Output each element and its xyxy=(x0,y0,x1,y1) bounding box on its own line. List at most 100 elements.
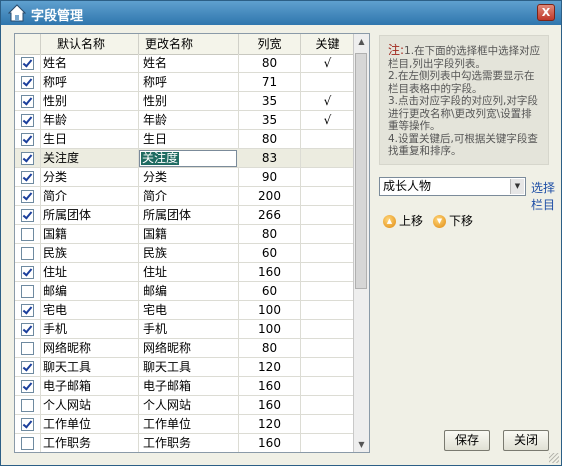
changed-name-cell[interactable]: 性别 xyxy=(139,92,239,110)
changed-name-cell[interactable]: 称呼 xyxy=(139,73,239,91)
column-width-cell[interactable]: 160 xyxy=(239,434,301,452)
table-row[interactable]: 关注度 关注度 83 xyxy=(15,149,355,168)
key-field-cell[interactable] xyxy=(301,415,355,433)
show-field-checkbox[interactable] xyxy=(21,285,34,298)
table-row[interactable]: 所属团体 所属团体 266 xyxy=(15,206,355,225)
show-field-checkbox[interactable] xyxy=(21,76,34,89)
changed-name-cell[interactable]: 所属团体 xyxy=(139,206,239,224)
changed-name-cell[interactable]: 生日 xyxy=(139,130,239,148)
show-field-checkbox[interactable] xyxy=(21,95,34,108)
show-field-checkbox[interactable] xyxy=(21,228,34,241)
vertical-scrollbar[interactable]: ▲ ▼ xyxy=(353,34,369,452)
column-width-cell[interactable]: 266 xyxy=(239,206,301,224)
column-width-cell[interactable]: 80 xyxy=(239,130,301,148)
table-row[interactable]: 工作单位 工作单位 120 xyxy=(15,415,355,434)
column-width-cell[interactable]: 160 xyxy=(239,263,301,281)
changed-name-cell[interactable]: 邮编 xyxy=(139,282,239,300)
column-width-cell[interactable]: 35 xyxy=(239,92,301,110)
select-column-link[interactable]: 选择栏目 xyxy=(531,179,561,213)
header-width[interactable]: 列宽 xyxy=(239,34,301,54)
close-window-button[interactable]: X xyxy=(537,4,555,21)
key-field-cell[interactable] xyxy=(301,244,355,262)
table-row[interactable]: 工作职务 工作职务 160 xyxy=(15,434,355,452)
changed-name-cell[interactable]: 电子邮箱 xyxy=(139,377,239,395)
column-width-cell[interactable]: 120 xyxy=(239,358,301,376)
show-field-checkbox[interactable] xyxy=(21,304,34,317)
column-width-cell[interactable]: 80 xyxy=(239,54,301,72)
changed-name-cell[interactable]: 宅电 xyxy=(139,301,239,319)
move-down-button[interactable]: ▼ 下移 xyxy=(433,213,473,229)
show-field-checkbox[interactable] xyxy=(21,114,34,127)
show-field-checkbox[interactable] xyxy=(21,361,34,374)
header-changed-name[interactable]: 更改名称 xyxy=(139,34,239,54)
column-width-cell[interactable]: 100 xyxy=(239,320,301,338)
column-width-cell[interactable]: 83 xyxy=(239,149,301,167)
key-field-cell[interactable] xyxy=(301,301,355,319)
changed-name-cell[interactable]: 简介 xyxy=(139,187,239,205)
column-width-cell[interactable]: 200 xyxy=(239,187,301,205)
changed-name-cell[interactable]: 分类 xyxy=(139,168,239,186)
column-width-cell[interactable]: 160 xyxy=(239,377,301,395)
key-field-cell[interactable] xyxy=(301,206,355,224)
show-field-checkbox[interactable] xyxy=(21,152,34,165)
show-field-checkbox[interactable] xyxy=(21,133,34,146)
changed-name-cell[interactable]: 姓名 xyxy=(139,54,239,72)
scroll-down-icon[interactable]: ▼ xyxy=(354,437,369,452)
key-field-cell[interactable] xyxy=(301,225,355,243)
column-width-cell[interactable]: 80 xyxy=(239,225,301,243)
key-field-cell[interactable] xyxy=(301,320,355,338)
table-row[interactable]: 分类 分类 90 xyxy=(15,168,355,187)
key-field-cell[interactable] xyxy=(301,434,355,452)
show-field-checkbox[interactable] xyxy=(21,380,34,393)
key-field-cell[interactable]: √ xyxy=(301,92,355,110)
save-button[interactable]: 保存 xyxy=(444,430,490,451)
column-width-cell[interactable]: 60 xyxy=(239,282,301,300)
close-button[interactable]: 关闭 xyxy=(503,430,549,451)
changed-name-cell[interactable]: 工作职务 xyxy=(139,434,239,452)
table-row[interactable]: 年龄 年龄 35 √ xyxy=(15,111,355,130)
table-row[interactable]: 邮编 邮编 60 xyxy=(15,282,355,301)
key-field-cell[interactable] xyxy=(301,282,355,300)
header-key[interactable]: 关键 xyxy=(301,34,355,54)
changed-name-cell[interactable]: 聊天工具 xyxy=(139,358,239,376)
show-field-checkbox[interactable] xyxy=(21,399,34,412)
key-field-cell[interactable]: √ xyxy=(301,54,355,72)
changed-name-cell[interactable]: 手机 xyxy=(139,320,239,338)
table-row[interactable]: 姓名 姓名 80 √ xyxy=(15,54,355,73)
column-select[interactable]: 成长人物 ▼ xyxy=(379,177,526,196)
show-field-checkbox[interactable] xyxy=(21,418,34,431)
show-field-checkbox[interactable] xyxy=(21,171,34,184)
resize-grip[interactable] xyxy=(549,453,559,463)
changed-name-cell[interactable]: 民族 xyxy=(139,244,239,262)
scroll-thumb[interactable] xyxy=(355,53,367,289)
table-row[interactable]: 宅电 宅电 100 xyxy=(15,301,355,320)
chevron-down-icon[interactable]: ▼ xyxy=(510,179,524,194)
show-field-checkbox[interactable] xyxy=(21,342,34,355)
table-row[interactable]: 住址 住址 160 xyxy=(15,263,355,282)
changed-name-cell[interactable]: 网络昵称 xyxy=(139,339,239,357)
key-field-cell[interactable]: √ xyxy=(301,111,355,129)
show-field-checkbox[interactable] xyxy=(21,323,34,336)
show-field-checkbox[interactable] xyxy=(21,209,34,222)
table-row[interactable]: 网络昵称 网络昵称 80 xyxy=(15,339,355,358)
changed-name-cell[interactable]: 年龄 xyxy=(139,111,239,129)
key-field-cell[interactable] xyxy=(301,187,355,205)
show-field-checkbox[interactable] xyxy=(21,266,34,279)
key-field-cell[interactable] xyxy=(301,130,355,148)
move-up-button[interactable]: ▲ 上移 xyxy=(383,213,423,229)
key-field-cell[interactable] xyxy=(301,358,355,376)
table-row[interactable]: 个人网站 个人网站 160 xyxy=(15,396,355,415)
changed-name-cell[interactable]: 住址 xyxy=(139,263,239,281)
table-row[interactable]: 聊天工具 聊天工具 120 xyxy=(15,358,355,377)
show-field-checkbox[interactable] xyxy=(21,437,34,450)
changed-name-editor[interactable]: 关注度 xyxy=(139,150,237,167)
column-width-cell[interactable]: 90 xyxy=(239,168,301,186)
table-row[interactable]: 简介 简介 200 xyxy=(15,187,355,206)
column-width-cell[interactable]: 60 xyxy=(239,244,301,262)
title-bar[interactable]: 字段管理 X xyxy=(1,1,561,25)
table-row[interactable]: 手机 手机 100 xyxy=(15,320,355,339)
key-field-cell[interactable] xyxy=(301,377,355,395)
key-field-cell[interactable] xyxy=(301,263,355,281)
changed-name-cell[interactable]: 工作单位 xyxy=(139,415,239,433)
key-field-cell[interactable] xyxy=(301,339,355,357)
